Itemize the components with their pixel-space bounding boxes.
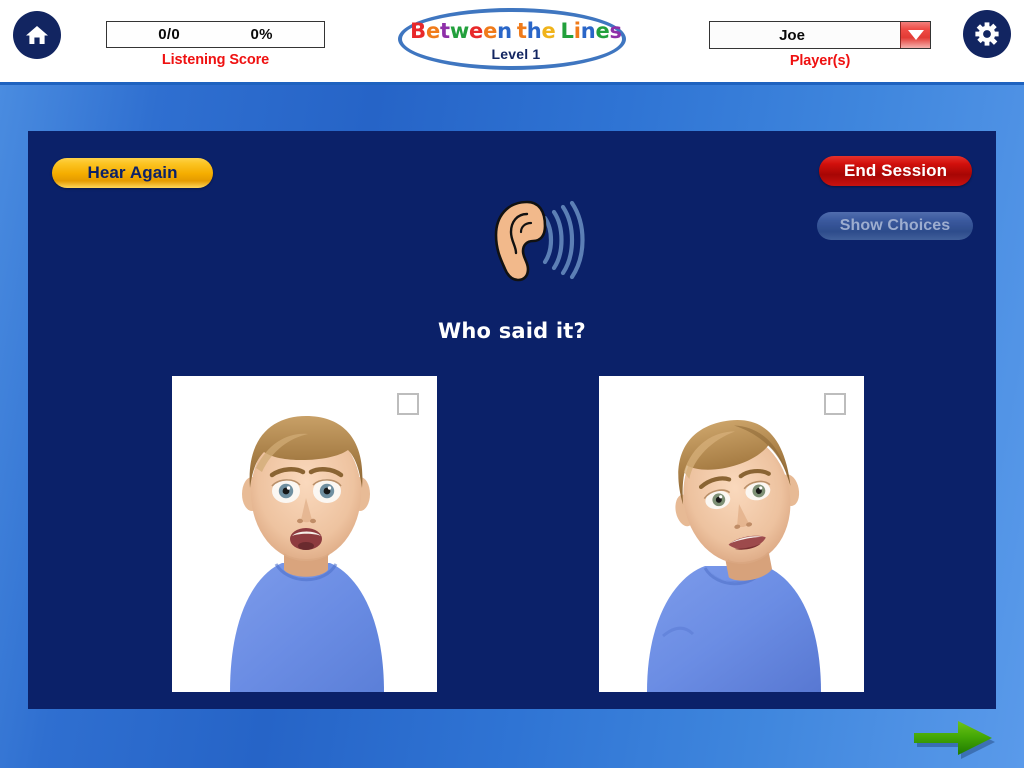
title-letter: i [573, 19, 581, 43]
background-top-divider [0, 82, 1024, 85]
player-dropdown[interactable]: Joe [709, 21, 931, 49]
app-title: Between the Lines [402, 19, 630, 43]
home-button[interactable] [13, 11, 61, 59]
end-session-button[interactable]: End Session [819, 156, 972, 186]
title-letter: s [609, 19, 623, 43]
score-fraction: 0/0 [158, 26, 180, 43]
home-icon [24, 22, 50, 48]
choice-checkbox-left[interactable] [397, 393, 419, 415]
title-letter: L [560, 19, 574, 43]
settings-button[interactable] [963, 10, 1011, 58]
choice-card-right[interactable] [599, 376, 864, 692]
title-letter: n [497, 19, 512, 43]
choice-checkbox-right[interactable] [824, 393, 846, 415]
hear-again-button[interactable]: Hear Again [52, 158, 213, 188]
activity-panel: Hear Again End Session Show Choices Who … [28, 131, 996, 709]
choice-photo-left [172, 376, 437, 692]
listening-score: 0/0 0% Listening Score [106, 21, 325, 68]
player-name: Joe [779, 26, 805, 44]
show-choices-button[interactable]: Show Choices [817, 212, 973, 240]
app-title-badge: Between the Lines Level 1 [398, 8, 626, 70]
end-session-label: End Session [843, 161, 948, 180]
title-letter: h [526, 19, 542, 43]
show-choices-label: Show Choices [839, 217, 951, 234]
choice-photo-right [599, 376, 864, 692]
top-toolbar: 0/0 0% Listening Score Between the Lines L… [0, 0, 1024, 82]
chevron-down-icon[interactable] [900, 22, 930, 48]
title-letter: B [410, 19, 426, 43]
title-letter: e [595, 19, 610, 43]
title-letter: t [516, 19, 527, 43]
title-letter: e [425, 19, 440, 43]
choice-card-left[interactable] [172, 376, 437, 692]
hear-again-label: Hear Again [87, 163, 178, 182]
score-percent: 0% [250, 26, 273, 43]
gear-icon [973, 20, 1001, 48]
next-button[interactable] [908, 718, 998, 760]
title-letter: w [449, 19, 470, 43]
title-letter: e [469, 19, 484, 43]
title-letter: e [541, 19, 556, 43]
title-letter: e [483, 19, 498, 43]
question-prompt: Who said it? [438, 319, 586, 343]
score-box: 0/0 0% [106, 21, 325, 48]
title-letter: n [580, 19, 596, 43]
ear-listening-icon [483, 196, 593, 284]
player-selector[interactable]: Joe Player(s) [709, 21, 931, 69]
title-letter: t [439, 19, 450, 43]
listening-score-label: Listening Score [161, 52, 270, 68]
players-label: Player(s) [789, 53, 851, 69]
app-level-label: Level 1 [491, 46, 541, 62]
next-arrow-icon [908, 721, 998, 764]
